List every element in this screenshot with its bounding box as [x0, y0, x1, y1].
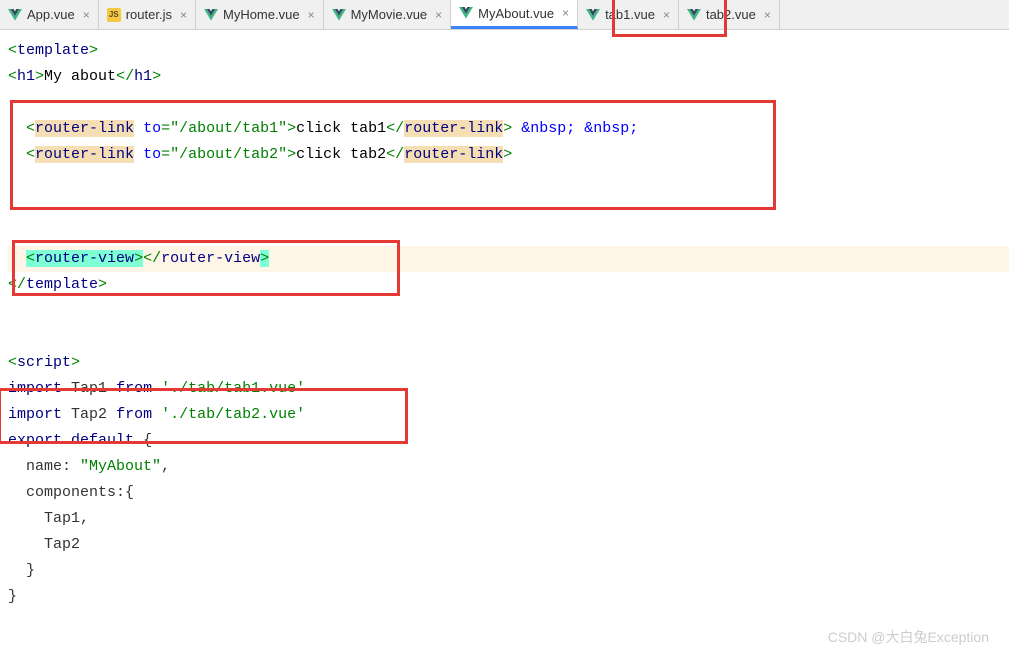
- code-line: [8, 298, 1009, 324]
- tab-router[interactable]: JS router.js ×: [99, 0, 196, 29]
- code-editor[interactable]: <template> <h1>My about</h1> <router-lin…: [0, 30, 1009, 618]
- code-line: <router-view></router-view>: [8, 246, 1009, 272]
- tab-label: router.js: [126, 7, 172, 22]
- code-line: <template>: [8, 38, 1009, 64]
- code-line: components:{: [8, 480, 1009, 506]
- close-icon[interactable]: ×: [764, 8, 771, 22]
- code-line: <router-link to="/about/tab2">click tab2…: [8, 142, 1009, 168]
- tab-bar: App.vue × JS router.js × MyHome.vue × My…: [0, 0, 1009, 30]
- vue-icon: [332, 9, 346, 21]
- code-line: import Tap1 from './tab/tab1.vue': [8, 376, 1009, 402]
- code-line: <script>: [8, 350, 1009, 376]
- vue-icon: [687, 9, 701, 21]
- close-icon[interactable]: ×: [308, 8, 315, 22]
- code-line: <router-link to="/about/tab1">click tab1…: [8, 116, 1009, 142]
- vue-icon: [8, 9, 22, 21]
- code-line: import Tap2 from './tab/tab2.vue': [8, 402, 1009, 428]
- tab-myhome[interactable]: MyHome.vue ×: [196, 0, 324, 29]
- code-line: </template>: [8, 272, 1009, 298]
- tab-label: MyHome.vue: [223, 7, 300, 22]
- tab-label: tab2.vue: [706, 7, 756, 22]
- js-icon: JS: [107, 8, 121, 22]
- tab-tab1[interactable]: tab1.vue ×: [578, 0, 679, 29]
- vue-icon: [204, 9, 218, 21]
- tab-label: tab1.vue: [605, 7, 655, 22]
- tab-label: MyAbout.vue: [478, 6, 554, 21]
- code-line: [8, 194, 1009, 220]
- vue-icon: [459, 7, 473, 19]
- close-icon[interactable]: ×: [435, 8, 442, 22]
- tab-mymovie[interactable]: MyMovie.vue ×: [324, 0, 452, 29]
- code-line: }: [8, 558, 1009, 584]
- close-icon[interactable]: ×: [83, 8, 90, 22]
- code-line: [8, 324, 1009, 350]
- tab-tab2[interactable]: tab2.vue ×: [679, 0, 780, 29]
- code-line: <h1>My about</h1>: [8, 64, 1009, 90]
- tab-label: MyMovie.vue: [351, 7, 428, 22]
- close-icon[interactable]: ×: [562, 6, 569, 20]
- code-line: export default {: [8, 428, 1009, 454]
- close-icon[interactable]: ×: [180, 8, 187, 22]
- code-line: Tap2: [8, 532, 1009, 558]
- code-line: name: "MyAbout",: [8, 454, 1009, 480]
- tab-label: App.vue: [27, 7, 75, 22]
- watermark: CSDN @大白兔Exception: [828, 627, 989, 647]
- code-line: [8, 220, 1009, 246]
- tab-myabout[interactable]: MyAbout.vue ×: [451, 0, 578, 29]
- code-line: Tap1,: [8, 506, 1009, 532]
- code-line: [8, 168, 1009, 194]
- code-line: [8, 90, 1009, 116]
- close-icon[interactable]: ×: [663, 8, 670, 22]
- tab-app[interactable]: App.vue ×: [0, 0, 99, 29]
- code-line: }: [8, 584, 1009, 610]
- vue-icon: [586, 9, 600, 21]
